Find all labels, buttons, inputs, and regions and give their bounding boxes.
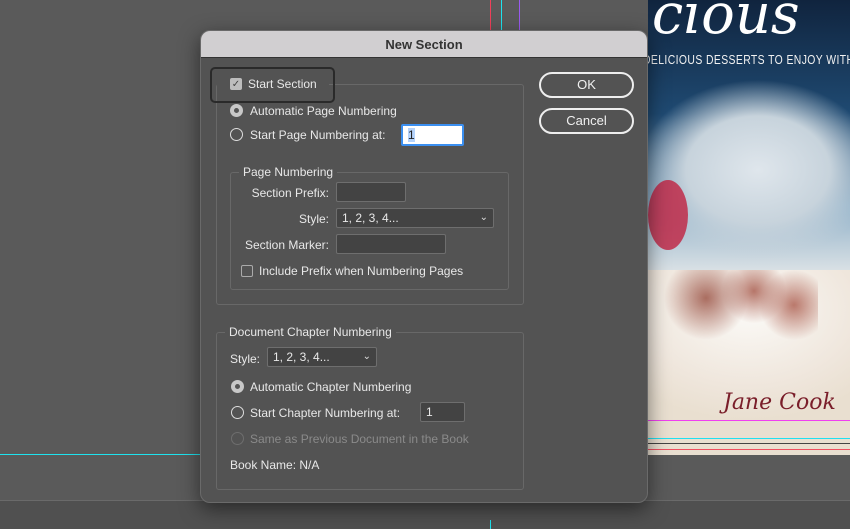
book-name-label: Book Name: N/A [230,458,320,472]
same-as-previous-radio[interactable]: Same as Previous Document in the Book [231,432,491,448]
guide-line [648,438,850,439]
guide-line [490,520,491,529]
automatic-page-numbering-label: Automatic Page Numbering [250,104,397,118]
chapter-style-value: 1, 2, 3, 4... [273,350,330,364]
checkbox-checked-icon: ✓ [230,78,242,90]
start-chapter-number-input[interactable]: 1 [420,402,465,422]
guide-line [648,449,850,450]
page-style-value: 1, 2, 3, 4... [342,211,399,225]
page-style-label: Style: [298,212,329,226]
radio-unselected-icon [230,128,243,141]
chevron-down-icon: ⌄ [362,351,371,362]
cover-subtitle: DELICIOUS DESSERTS TO ENJOY WITH FRIENDS [648,52,850,67]
checkbox-unchecked-icon [241,265,253,277]
page-style-select[interactable]: 1, 2, 3, 4... ⌄ [336,208,494,228]
radio-unselected-icon [231,406,244,419]
column-guide [519,0,520,30]
dialog-title: New Section [201,31,647,58]
section-prefix-input[interactable] [336,182,406,202]
page-numbering-legend: Page Numbering [239,165,338,179]
guide-line [648,443,850,444]
cover-title: Delicious [648,0,800,47]
start-section-checkbox[interactable]: ✓ Start Section [217,75,329,95]
chapter-style-select[interactable]: 1, 2, 3, 4... ⌄ [267,347,377,367]
chevron-down-icon: ⌄ [479,212,488,223]
cover-image-cocoa [658,270,818,340]
radio-selected-icon [231,380,244,393]
document-page-cover: Delicious DELICIOUS DESSERTS TO ENJOY WI… [648,0,850,455]
pasteboard-bottom [0,500,850,529]
include-prefix-checkbox[interactable]: Include Prefix when Numbering Pages [241,263,491,279]
radio-selected-icon [230,104,243,117]
cover-author: Jane Cook [723,390,836,415]
guide-line [648,420,850,421]
automatic-page-numbering-radio[interactable]: Automatic Page Numbering [230,103,450,119]
start-section-label: Start Section [248,77,317,91]
include-prefix-label: Include Prefix when Numbering Pages [259,264,464,278]
start-chapter-numbering-radio[interactable]: Start Chapter Numbering at: [231,406,419,422]
same-as-previous-label: Same as Previous Document in the Book [250,432,469,446]
ok-button[interactable]: OK [539,72,634,98]
radio-disabled-icon [231,432,244,445]
automatic-chapter-numbering-label: Automatic Chapter Numbering [250,380,412,394]
chapter-numbering-legend: Document Chapter Numbering [225,325,396,339]
section-marker-label: Section Marker: [244,238,329,252]
margin-guide [501,0,502,30]
start-chapter-numbering-label: Start Chapter Numbering at: [250,406,401,420]
start-page-number-value: 1 [408,128,415,142]
cover-image-berry [648,180,688,250]
chapter-style-label: Style: [230,352,261,366]
section-marker-input[interactable] [336,234,446,254]
start-page-numbering-radio[interactable]: Start Page Numbering at: [230,127,400,143]
cancel-button[interactable]: Cancel [539,108,634,134]
guide-line [0,454,200,455]
start-page-number-input[interactable]: 1 [401,124,464,146]
new-section-dialog: New Section ✓ Start Section Automatic Pa… [200,30,648,503]
automatic-chapter-numbering-radio[interactable]: Automatic Chapter Numbering [231,380,441,396]
start-page-numbering-label: Start Page Numbering at: [250,128,386,142]
section-prefix-label: Section Prefix: [251,186,329,200]
bleed-guide [490,0,491,30]
